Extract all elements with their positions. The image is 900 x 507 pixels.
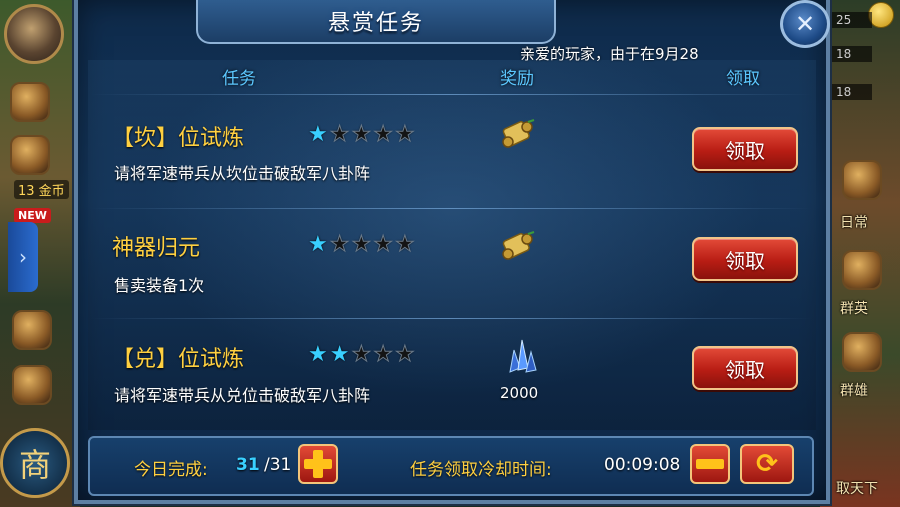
plus-icon <box>304 450 332 478</box>
difficulty-stars: ★ ★ ★ ★ ★ <box>308 122 415 147</box>
completed-total: /31 <box>264 455 292 475</box>
cooldown-timer: 00:09:08 <box>604 455 681 475</box>
completed-label: 今日完成: <box>134 460 208 480</box>
column-header-reward: 奖励 <box>500 69 534 89</box>
minus-icon <box>696 459 724 469</box>
completed-count: 31 <box>236 455 260 475</box>
warlords-label: 群雄 <box>840 383 868 399</box>
star-filled-icon: ★ <box>308 342 328 367</box>
dialog-title-bar: 悬赏任务 <box>196 0 556 44</box>
treasure-chest-icon[interactable] <box>10 82 50 122</box>
column-header-task: 任务 <box>222 69 256 89</box>
minus-button[interactable] <box>690 444 730 484</box>
announcement-marquee: 亲爱的玩家，由于在9月28 <box>520 45 699 63</box>
shop-button[interactable]: 商 <box>0 428 70 498</box>
reward-quantity: 2000 <box>500 384 539 402</box>
star-empty-icon: ★ <box>394 122 415 147</box>
new-badge: NEW <box>14 208 51 223</box>
cooldown-label: 任务领取冷却时间: <box>410 460 552 480</box>
row-divider <box>90 318 812 319</box>
shop-glyph: 商 <box>18 446 51 484</box>
close-button[interactable]: ✕ <box>780 0 830 48</box>
star-empty-icon: ★ <box>394 232 415 257</box>
blue-crystal-icon <box>509 339 537 373</box>
level-indicator-top: 25 <box>832 12 872 28</box>
star-filled-icon: ★ <box>308 122 328 147</box>
star-filled-icon: ★ <box>329 342 350 367</box>
task-name: 【兑】位试炼 <box>112 347 245 372</box>
difficulty-stars: ★ ★ ★ ★ ★ <box>308 342 415 367</box>
level-indicator-mid: 18 <box>832 46 872 62</box>
heroes-label: 群英 <box>840 301 868 317</box>
refresh-tasks-button[interactable]: ⟳ <box>740 444 794 484</box>
task-description: 售卖装备1次 <box>114 276 205 295</box>
gear-icon[interactable] <box>12 365 52 405</box>
crossed-swords-icon: ✕ <box>794 10 816 38</box>
gold-badge: 13 金币 <box>14 180 69 199</box>
header-divider <box>90 94 812 95</box>
player-portrait[interactable] <box>4 4 64 64</box>
star-empty-icon: ★ <box>329 122 350 147</box>
star-filled-icon: ★ <box>308 232 328 257</box>
task-description: 请将军速带兵从坎位击破敌军八卦阵 <box>114 164 371 183</box>
scroll-icon <box>502 119 535 148</box>
star-empty-icon: ★ <box>394 342 415 367</box>
task-description: 请将军速带兵从兑位击破敌军八卦阵 <box>114 386 371 405</box>
expand-menu-arrow-icon[interactable]: › <box>8 222 38 292</box>
row-divider <box>90 208 812 209</box>
star-empty-icon: ★ <box>373 232 394 257</box>
warlords-icon[interactable] <box>842 332 882 372</box>
daily-icon[interactable] <box>842 160 882 200</box>
refresh-icon: ⟳ <box>756 449 778 479</box>
scroll-icon <box>502 231 535 260</box>
event-icon[interactable] <box>10 135 50 175</box>
task-name: 神器归元 <box>112 236 201 261</box>
add-completions-button[interactable] <box>298 444 338 484</box>
daily-label: 日常 <box>840 215 868 231</box>
battle-icon[interactable] <box>12 310 52 350</box>
task-name: 【坎】位试炼 <box>112 126 245 151</box>
conquer-label: 取天下 <box>836 481 878 497</box>
difficulty-stars: ★ ★ ★ ★ ★ <box>308 232 415 257</box>
star-empty-icon: ★ <box>351 342 372 367</box>
star-empty-icon: ★ <box>351 232 372 257</box>
level-indicator-low: 18 <box>832 84 872 100</box>
claim-button[interactable]: 领取 <box>692 237 798 281</box>
star-empty-icon: ★ <box>329 232 350 257</box>
star-empty-icon: ★ <box>373 122 394 147</box>
column-header-claim: 领取 <box>726 69 760 89</box>
claim-button[interactable]: 领取 <box>692 346 798 390</box>
claim-button[interactable]: 领取 <box>692 127 798 171</box>
heroes-icon[interactable] <box>842 250 882 290</box>
dialog-title: 悬赏任务 <box>327 11 424 36</box>
star-empty-icon: ★ <box>351 122 372 147</box>
star-empty-icon: ★ <box>373 342 394 367</box>
